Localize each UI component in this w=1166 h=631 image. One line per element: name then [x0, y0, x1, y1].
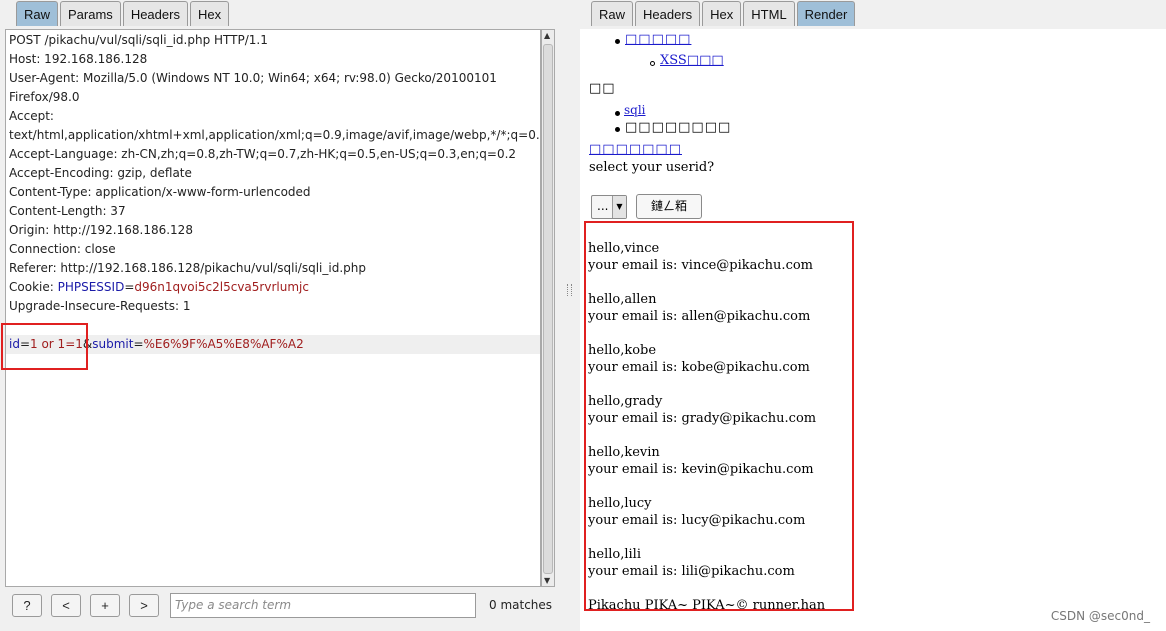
panel-divider[interactable] — [563, 0, 580, 631]
request-line: POST /pikachu/vul/sqli/sqli_id.php HTTP/… — [9, 33, 268, 47]
request-editor[interactable]: POST /pikachu/vul/sqli/sqli_id.php HTTP/… — [5, 29, 541, 587]
request-line: Accept: — [9, 109, 54, 123]
scroll-up-icon[interactable]: ▲ — [544, 31, 550, 40]
tab-html[interactable]: HTML — [743, 1, 795, 26]
request-panel: Raw Params Headers Hex POST /pikachu/vul… — [0, 0, 563, 631]
payload-highlight-box — [1, 323, 88, 370]
param-key-submit: submit — [92, 337, 134, 351]
page-title-link[interactable]: □□□□□□□ — [589, 142, 682, 157]
bullet-icon — [615, 39, 620, 44]
userid-prompt: select your userid? — [589, 160, 715, 175]
query-button[interactable]: 鏈ㄥ粨 — [636, 194, 702, 219]
request-line: text/html,application/xhtml+xml,applicat… — [9, 128, 541, 142]
param-value-submit: %E6%9F%A5%E8%AF%A2 — [143, 337, 304, 351]
xss-link[interactable]: XSS□□□ — [660, 53, 724, 68]
scrollbar-thumb[interactable] — [543, 44, 553, 574]
request-line: Upgrade-Insecure-Requests: 1 — [9, 299, 191, 313]
tab-hex[interactable]: Hex — [189, 1, 230, 26]
circle-bullet-icon — [650, 61, 655, 66]
tab-hex[interactable]: Hex — [702, 1, 742, 26]
request-line: Content-Length: 37 — [9, 204, 126, 218]
request-line: Accept-Encoding: gzip, deflate — [9, 166, 192, 180]
request-line: Connection: close — [9, 242, 116, 256]
request-line: Firefox/98.0 — [9, 90, 80, 104]
bullet-icon — [615, 127, 620, 132]
results-highlight-box — [584, 221, 854, 611]
cookie-eq: = — [124, 280, 135, 294]
help-button[interactable]: ? — [12, 594, 42, 617]
tab-raw[interactable]: Raw — [591, 1, 634, 26]
request-line: Accept-Language: zh-CN,zh;q=0.8,zh-TW;q=… — [9, 147, 517, 161]
bullet-icon — [615, 111, 620, 116]
sqli-link[interactable]: sqli — [624, 103, 646, 117]
tab-headers[interactable]: Headers — [122, 1, 188, 26]
request-line: Content-Type: application/x-www-form-url… — [9, 185, 311, 199]
response-tabs: Raw Headers Hex HTML Render — [591, 1, 857, 28]
tab-render[interactable]: Render — [796, 1, 856, 26]
request-line: Origin: http://192.168.186.128 — [9, 223, 193, 237]
userid-select[interactable]: ... ▼ — [591, 195, 627, 219]
sub-item-text: □□□□□□□□ — [625, 120, 732, 135]
next-button[interactable]: > — [129, 594, 159, 617]
search-input[interactable]: Type a search term — [170, 593, 476, 618]
request-tabs: Raw Params Headers Hex — [16, 1, 231, 28]
cookie-line: Cookie: PHPSESSID=d96n1qvoi5c2l5cva5rvrl… — [9, 278, 309, 297]
tab-raw[interactable]: Raw — [16, 1, 59, 26]
tab-params[interactable]: Params — [60, 1, 121, 26]
add-button[interactable]: + — [90, 594, 120, 617]
select-value: ... — [597, 199, 609, 213]
scroll-down-icon[interactable]: ▼ — [544, 576, 550, 585]
request-line: Referer: http://192.168.186.128/pikachu/… — [9, 261, 366, 275]
search-bar: ? < + > Type a search term 0 matches — [0, 590, 563, 624]
request-line: User-Agent: Mozilla/5.0 (Windows NT 10.0… — [9, 71, 497, 85]
chevron-down-icon: ▼ — [612, 196, 626, 218]
match-count: 0 matches — [489, 598, 553, 612]
tab-headers[interactable]: Headers — [635, 1, 701, 26]
nav-link[interactable]: □□□□□ — [625, 32, 691, 47]
section-label: □□ — [589, 81, 616, 96]
watermark: CSDN @sec0nd_ — [1050, 609, 1150, 623]
cookie-name: PHPSESSID — [57, 280, 125, 294]
request-scrollbar[interactable]: ▲ ▼ — [541, 29, 555, 587]
divider-grip-icon[interactable] — [567, 284, 572, 296]
param-eq: = — [133, 337, 144, 351]
previous-button[interactable]: < — [51, 594, 81, 617]
cookie-value: d96n1qvoi5c2l5cva5rvrlumjc — [134, 280, 309, 294]
request-line: Host: 192.168.186.128 — [9, 52, 148, 66]
cookie-prefix: Cookie: — [9, 280, 58, 294]
response-panel: Raw Headers Hex HTML Render □□□□□ XSS□□□… — [580, 0, 1166, 631]
